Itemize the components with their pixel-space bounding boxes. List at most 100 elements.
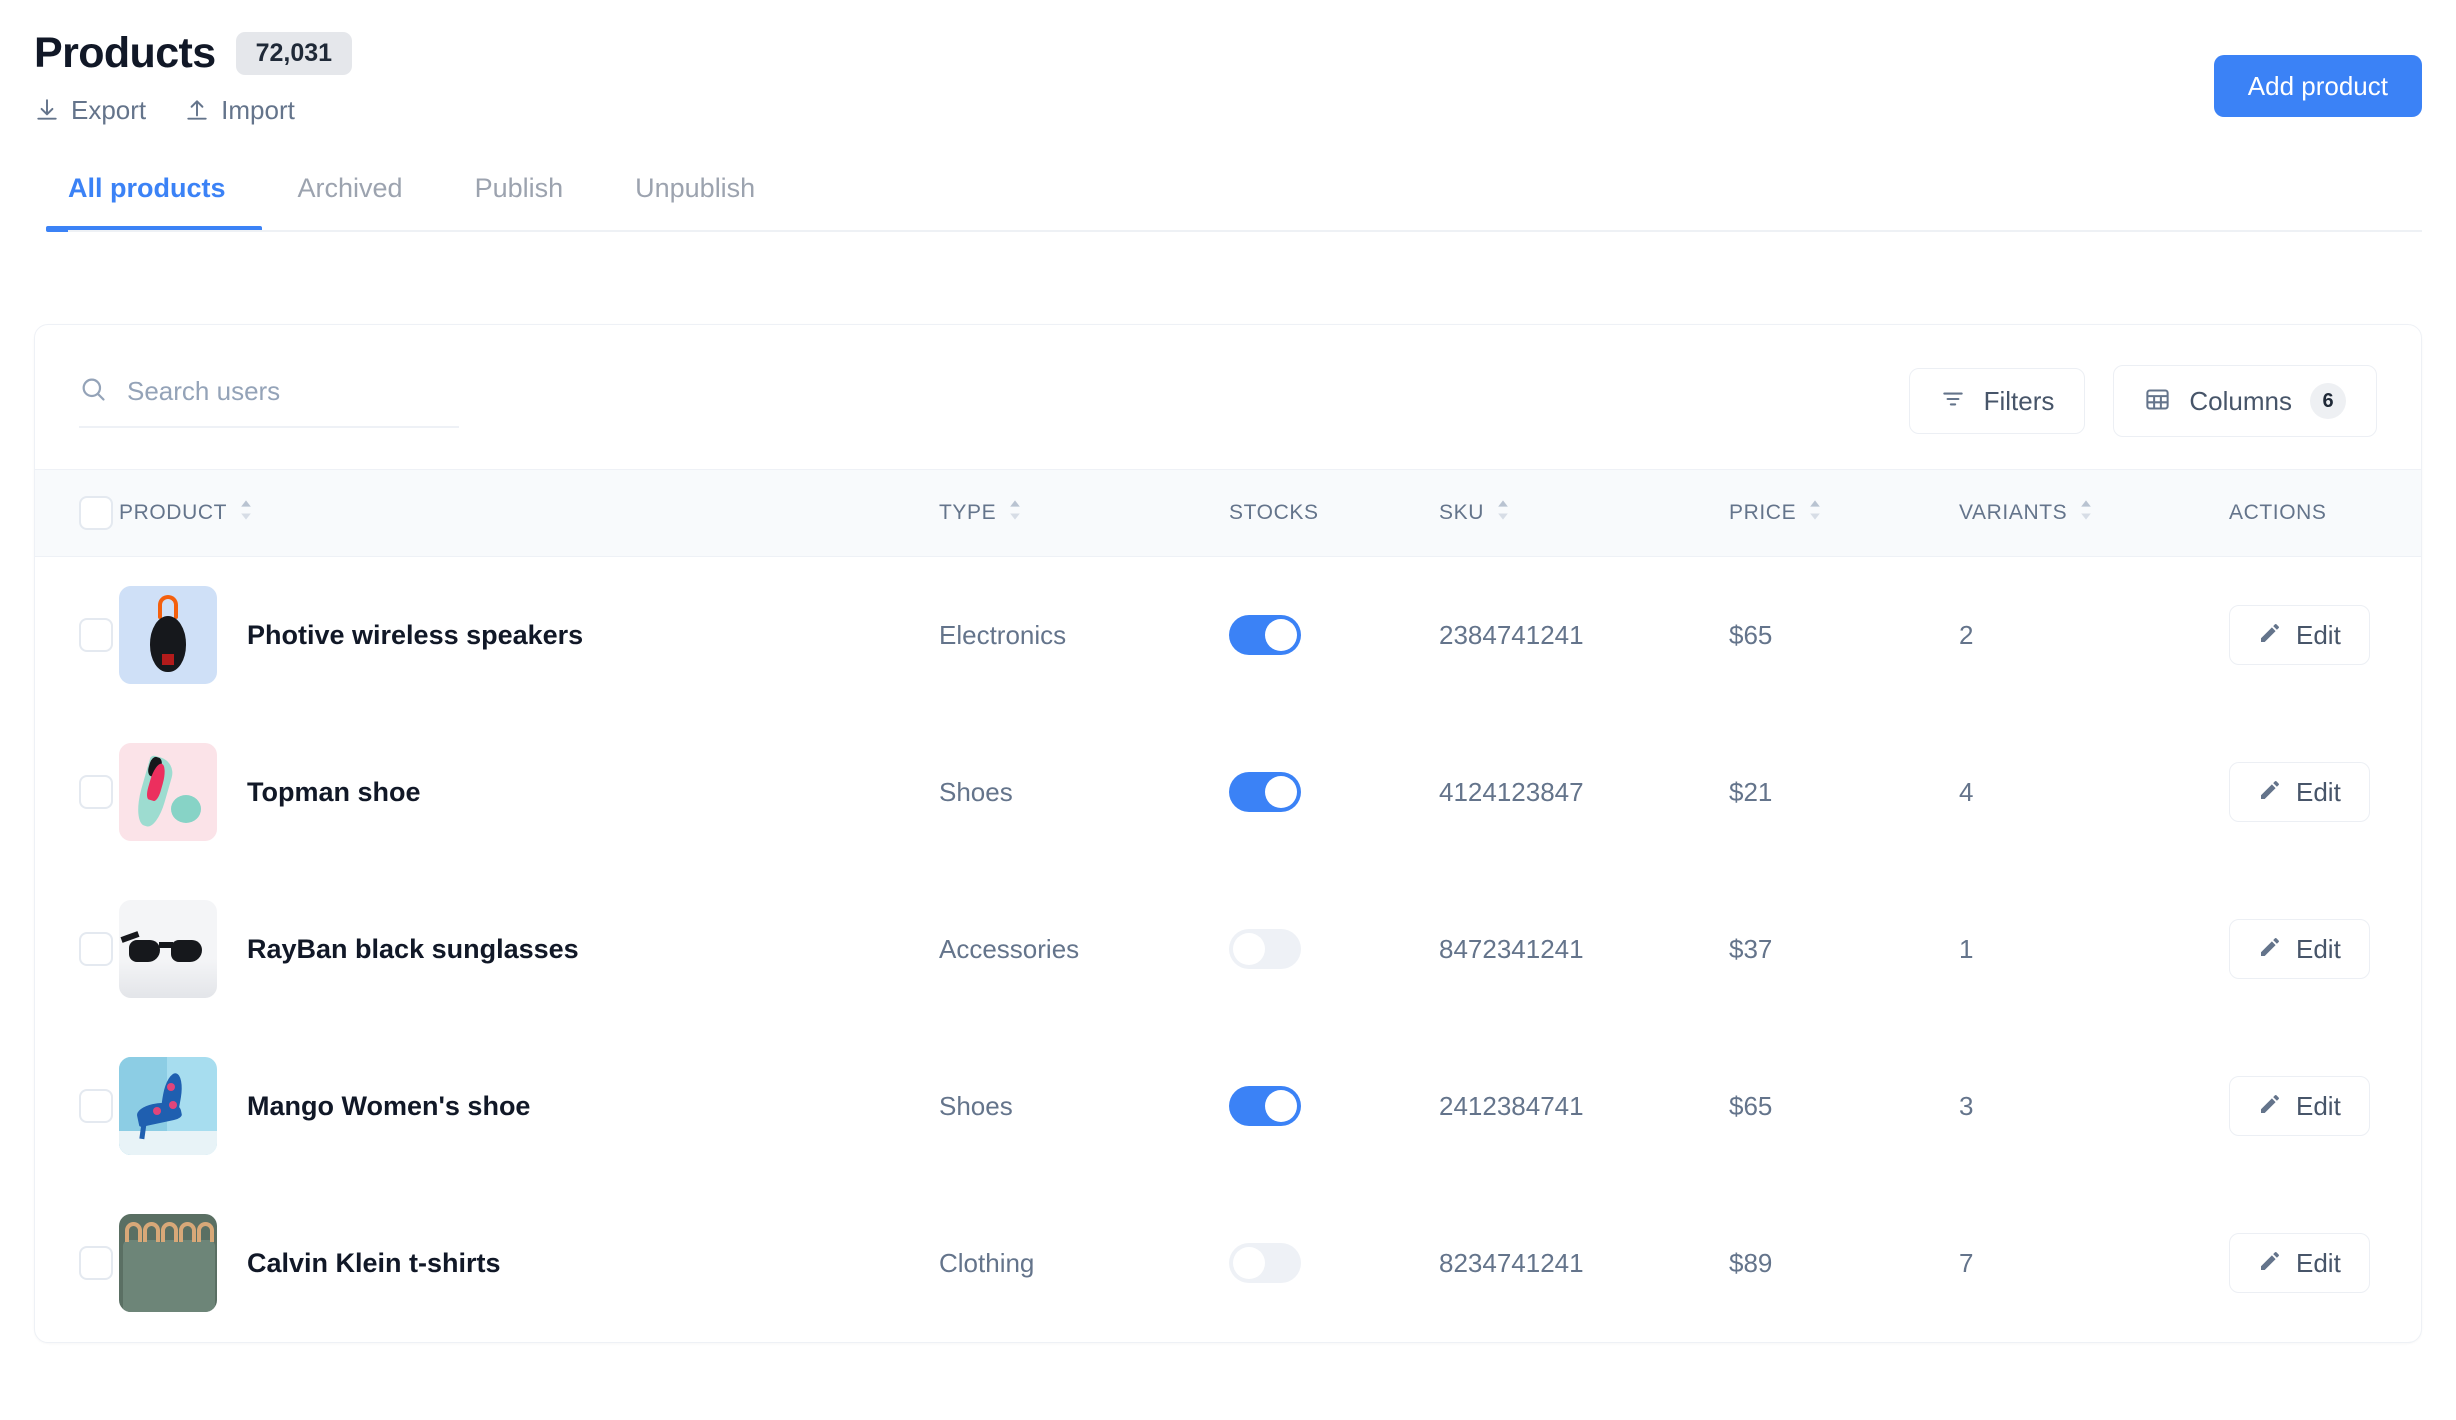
product-name: Topman shoe — [247, 776, 421, 807]
product-cell: Photive wireless speakers — [119, 557, 939, 714]
stock-toggle[interactable] — [1229, 1243, 1301, 1283]
actions-cell: Edit — [2229, 557, 2421, 714]
product-type: Shoes — [939, 1090, 1013, 1121]
sort-icon[interactable] — [239, 499, 253, 527]
sort-icon[interactable] — [2079, 499, 2093, 527]
edit-label: Edit — [2296, 1248, 2341, 1278]
row-checkbox[interactable] — [79, 1089, 113, 1123]
row-select-cell — [35, 1028, 119, 1185]
product-thumbnail — [119, 900, 217, 998]
th-product[interactable]: PRODUCT — [119, 470, 939, 557]
th-stocks-label: STOCKS — [1229, 501, 1319, 524]
product-type: Electronics — [939, 619, 1067, 650]
edit-button[interactable]: Edit — [2229, 605, 2370, 666]
th-actions: ACTIONS — [2229, 470, 2421, 557]
actions-cell: Edit — [2229, 871, 2421, 1028]
product-name: Mango Women's shoe — [247, 1090, 531, 1121]
product-variants: 2 — [1959, 619, 1974, 650]
select-all-checkbox[interactable] — [79, 496, 113, 530]
row-select-cell — [35, 1185, 119, 1342]
pencil-icon — [2258, 935, 2282, 963]
product-cell: RayBan black sunglasses — [119, 871, 939, 1028]
th-price[interactable]: PRICE — [1729, 470, 1959, 557]
search-field — [79, 375, 459, 428]
pencil-icon — [2258, 1249, 2282, 1277]
tab-publish[interactable]: Publish — [439, 175, 600, 232]
import-button[interactable]: Import — [184, 97, 295, 123]
edit-label: Edit — [2296, 777, 2341, 807]
tab-unpublish[interactable]: Unpublish — [599, 175, 791, 232]
th-select-all — [35, 470, 119, 557]
actions-cell: Edit — [2229, 1028, 2421, 1185]
row-select-cell — [35, 714, 119, 871]
sort-icon[interactable] — [1496, 499, 1510, 527]
search-input[interactable] — [127, 375, 459, 407]
table-row[interactable]: Calvin Klein t-shirts Clothing 823474124… — [35, 1185, 2421, 1342]
th-type[interactable]: TYPE — [939, 470, 1229, 557]
tabs-bar: All products Archived Publish Unpublish — [34, 175, 2422, 232]
stock-cell — [1229, 1028, 1439, 1185]
export-button[interactable]: Export — [34, 97, 146, 123]
header-actions: Export Import — [34, 97, 2422, 123]
edit-button[interactable]: Edit — [2229, 919, 2370, 979]
table-row[interactable]: Photive wireless speakers Electronics 23… — [35, 557, 2421, 714]
search-underline — [79, 425, 459, 428]
tab-all-products[interactable]: All products — [34, 175, 262, 232]
product-sku: 2412384741 — [1439, 1090, 1584, 1121]
stock-cell — [1229, 1185, 1439, 1342]
page-title: Products — [34, 29, 216, 77]
product-sku: 8472341241 — [1439, 933, 1584, 964]
stock-toggle[interactable] — [1229, 929, 1301, 969]
edit-button[interactable]: Edit — [2229, 1233, 2370, 1293]
tab-archived[interactable]: Archived — [262, 175, 439, 232]
row-checkbox[interactable] — [79, 932, 113, 966]
product-type: Clothing — [939, 1247, 1035, 1278]
row-checkbox[interactable] — [79, 1246, 113, 1280]
table-row[interactable]: Mango Women's shoe Shoes 2412384741 $65 … — [35, 1028, 2421, 1185]
products-page: Products 72,031 Export Import Add produc… — [0, 0, 2456, 1420]
stock-cell — [1229, 714, 1439, 871]
table-row[interactable]: RayBan black sunglasses Accessories 8472… — [35, 871, 2421, 1028]
product-variants: 1 — [1959, 933, 1974, 964]
columns-label: Columns — [2189, 386, 2292, 416]
table-row[interactable]: Topman shoe Shoes 4124123847 $21 4 Edit — [35, 714, 2421, 871]
row-checkbox[interactable] — [79, 775, 113, 809]
edit-button[interactable]: Edit — [2229, 762, 2370, 822]
product-cell: Calvin Klein t-shirts — [119, 1185, 939, 1342]
product-price: $21 — [1729, 776, 1773, 807]
stock-toggle[interactable] — [1229, 615, 1301, 656]
products-table: PRODUCT TYPE STOCKS SKU PRICE VARIANTS A… — [35, 469, 2421, 1342]
pencil-icon — [2258, 621, 2282, 649]
th-variants[interactable]: VARIANTS — [1959, 470, 2229, 557]
filters-button[interactable]: Filters — [1908, 368, 2086, 434]
product-count-badge: 72,031 — [235, 32, 353, 75]
th-price-label: PRICE — [1729, 501, 1797, 524]
row-checkbox[interactable] — [79, 618, 113, 653]
product-name: RayBan black sunglasses — [247, 933, 579, 964]
product-name: Calvin Klein t-shirts — [247, 1247, 501, 1278]
th-sku[interactable]: SKU — [1439, 470, 1729, 557]
filter-icon — [1940, 386, 1966, 416]
table-grid-icon — [2144, 386, 2171, 417]
stock-toggle[interactable] — [1229, 772, 1301, 812]
stock-cell — [1229, 557, 1439, 714]
table-head: PRODUCT TYPE STOCKS SKU PRICE VARIANTS A… — [35, 469, 2421, 557]
export-label: Export — [71, 95, 147, 125]
sort-icon[interactable] — [1008, 499, 1022, 527]
add-product-button[interactable]: Add product — [2213, 55, 2422, 117]
actions-cell: Edit — [2229, 714, 2421, 871]
product-thumbnail — [119, 586, 217, 685]
product-price: $65 — [1729, 1090, 1773, 1121]
title-row: Products 72,031 — [34, 32, 2422, 75]
product-variants: 3 — [1959, 1090, 1974, 1121]
product-thumbnail — [119, 1214, 217, 1312]
stock-toggle[interactable] — [1229, 1086, 1301, 1126]
pencil-icon — [2258, 1092, 2282, 1120]
product-variants: 4 — [1959, 776, 1974, 807]
sort-icon[interactable] — [1808, 499, 1822, 527]
edit-button[interactable]: Edit — [2229, 1076, 2370, 1136]
table-header-row: PRODUCT TYPE STOCKS SKU PRICE VARIANTS A… — [35, 469, 2421, 557]
products-card: Filters Columns 6 — [34, 324, 2422, 1343]
columns-button[interactable]: Columns 6 — [2113, 365, 2377, 437]
product-thumbnail — [119, 1057, 217, 1155]
